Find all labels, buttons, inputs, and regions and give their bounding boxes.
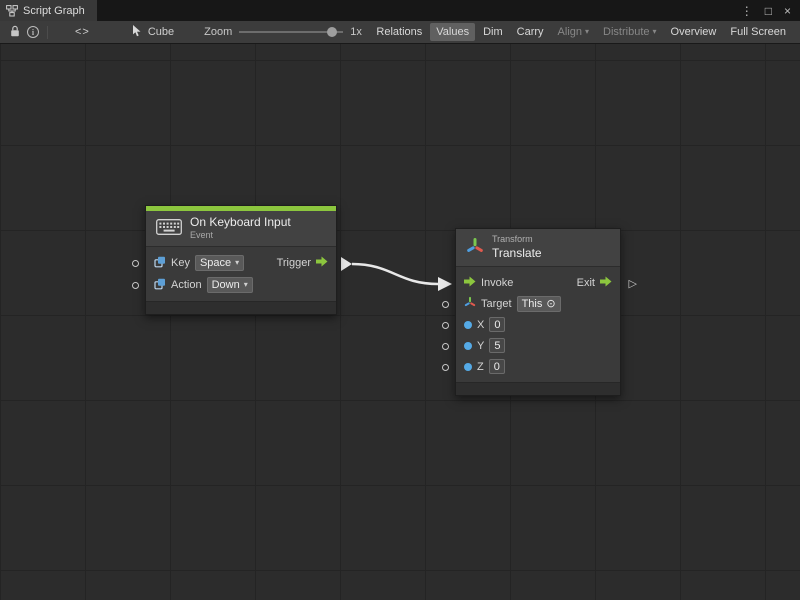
z-value-port-icon bbox=[464, 363, 472, 371]
z-input-port[interactable] bbox=[442, 364, 449, 371]
invoke-port-label: Invoke bbox=[481, 277, 513, 289]
node-footer bbox=[146, 301, 336, 314]
exit-port-label: Exit bbox=[577, 277, 595, 289]
graph-canvas[interactable]: On Keyboard Input Event Key Space ▾ bbox=[0, 44, 800, 600]
cursor-icon bbox=[132, 25, 143, 40]
zoom-label: Zoom bbox=[204, 26, 232, 38]
maximize-icon[interactable]: □ bbox=[765, 5, 772, 17]
chevron-down-icon: ▾ bbox=[653, 28, 657, 36]
key-port-label: Key bbox=[171, 257, 190, 269]
value-port-icon bbox=[154, 278, 166, 293]
info-icon: i bbox=[27, 26, 39, 38]
relations-button[interactable]: Relations bbox=[370, 23, 428, 41]
y-port-label: Y bbox=[477, 340, 484, 352]
value-port-icon bbox=[154, 256, 166, 271]
transform-icon bbox=[466, 237, 484, 259]
key-dropdown[interactable]: Space ▾ bbox=[195, 255, 244, 271]
menu-icon[interactable]: ⋮ bbox=[741, 5, 753, 17]
align-button[interactable]: Align▾ bbox=[552, 23, 595, 41]
exit-output-port[interactable] bbox=[600, 276, 612, 290]
connection-wire bbox=[0, 44, 800, 600]
trigger-output-port[interactable] bbox=[316, 256, 328, 270]
x-value-port-icon bbox=[464, 321, 472, 329]
chevron-down-icon: ▾ bbox=[585, 28, 589, 36]
target-port-label: Target bbox=[481, 298, 512, 310]
node-header[interactable]: On Keyboard Input Event bbox=[146, 211, 336, 247]
tab-script-graph[interactable]: Script Graph bbox=[0, 0, 97, 21]
target-port-row: Target This ⊙ bbox=[456, 293, 620, 314]
inspector-button[interactable]: i bbox=[24, 23, 42, 41]
chevron-down-icon: ▾ bbox=[235, 259, 239, 267]
unity-visual-scripting-window: Script Graph ⋮ □ × i <> bbox=[0, 0, 800, 600]
chevron-down-icon: ▾ bbox=[244, 281, 248, 289]
key-port-row: Key Space ▾ Trigger bbox=[146, 252, 336, 274]
graph-target-label: Cube bbox=[148, 26, 174, 38]
trigger-port-label: Trigger bbox=[277, 257, 311, 269]
x-value-field[interactable]: 0 bbox=[489, 317, 505, 332]
lock-button[interactable] bbox=[6, 23, 24, 41]
window-controls: ⋮ □ × bbox=[741, 0, 800, 21]
x-port-label: X bbox=[477, 319, 484, 331]
transform-mini-icon bbox=[464, 296, 476, 312]
x-port-row: X 0 bbox=[456, 314, 620, 335]
graph-target[interactable]: Cube bbox=[132, 25, 174, 40]
node-category: Transform bbox=[492, 234, 542, 245]
action-dropdown[interactable]: Down ▾ bbox=[207, 277, 253, 293]
zoom-slider-handle[interactable] bbox=[327, 27, 337, 37]
zoom-control: Zoom 1x bbox=[204, 26, 362, 38]
node-subtitle: Event bbox=[190, 230, 291, 241]
carry-button[interactable]: Carry bbox=[511, 23, 550, 41]
lock-icon bbox=[10, 25, 20, 40]
y-input-port[interactable] bbox=[442, 343, 449, 350]
z-value-field[interactable]: 0 bbox=[489, 359, 505, 374]
action-port-row: Action Down ▾ bbox=[146, 274, 336, 296]
node-header[interactable]: Transform Translate bbox=[456, 229, 620, 267]
overview-button[interactable]: Overview bbox=[665, 23, 723, 41]
dim-button[interactable]: Dim bbox=[477, 23, 509, 41]
distribute-button[interactable]: Distribute▾ bbox=[597, 23, 662, 41]
zoom-value: 1x bbox=[350, 26, 362, 38]
z-port-row: Z 0 bbox=[456, 356, 620, 377]
keyboard-icon bbox=[156, 219, 182, 238]
y-value-port-icon bbox=[464, 342, 472, 350]
graph-icon bbox=[6, 5, 18, 17]
values-button[interactable]: Values bbox=[430, 23, 475, 41]
key-input-port[interactable] bbox=[132, 260, 139, 267]
action-port-label: Action bbox=[171, 279, 202, 291]
z-port-label: Z bbox=[477, 361, 484, 373]
node-on-keyboard-input[interactable]: On Keyboard Input Event Key Space ▾ bbox=[145, 205, 337, 315]
node-translate[interactable]: Transform Translate Invoke Exit bbox=[455, 228, 621, 396]
y-value-field[interactable]: 5 bbox=[489, 338, 505, 353]
titlebar: Script Graph ⋮ □ × bbox=[0, 0, 800, 21]
node-footer bbox=[456, 382, 620, 395]
target-picker-icon[interactable]: ⊙ bbox=[546, 297, 555, 310]
x-input-port[interactable] bbox=[442, 322, 449, 329]
code-view-button[interactable]: <> bbox=[75, 26, 90, 38]
node-title: Translate bbox=[492, 246, 542, 261]
graph-toolbar: i <> Cube Zoom 1x Relations Values Dim C… bbox=[0, 21, 800, 44]
toolbar-right-group: Relations Values Dim Carry Align▾ Distri… bbox=[370, 23, 794, 41]
invoke-exit-row: Invoke Exit bbox=[456, 272, 620, 293]
action-input-port[interactable] bbox=[132, 282, 139, 289]
toolbar-separator bbox=[47, 26, 48, 39]
target-object-chip[interactable]: This ⊙ bbox=[517, 296, 561, 312]
zoom-slider[interactable] bbox=[239, 26, 343, 38]
target-input-port[interactable] bbox=[442, 301, 449, 308]
close-icon[interactable]: × bbox=[784, 5, 791, 17]
exit-flow-port-icon[interactable]: ▷ bbox=[629, 279, 637, 290]
tab-title: Script Graph bbox=[23, 5, 85, 17]
fullscreen-button[interactable]: Full Screen bbox=[724, 23, 792, 41]
node-title: On Keyboard Input bbox=[190, 215, 291, 230]
y-port-row: Y 5 bbox=[456, 335, 620, 356]
invoke-input-port[interactable] bbox=[464, 276, 476, 290]
